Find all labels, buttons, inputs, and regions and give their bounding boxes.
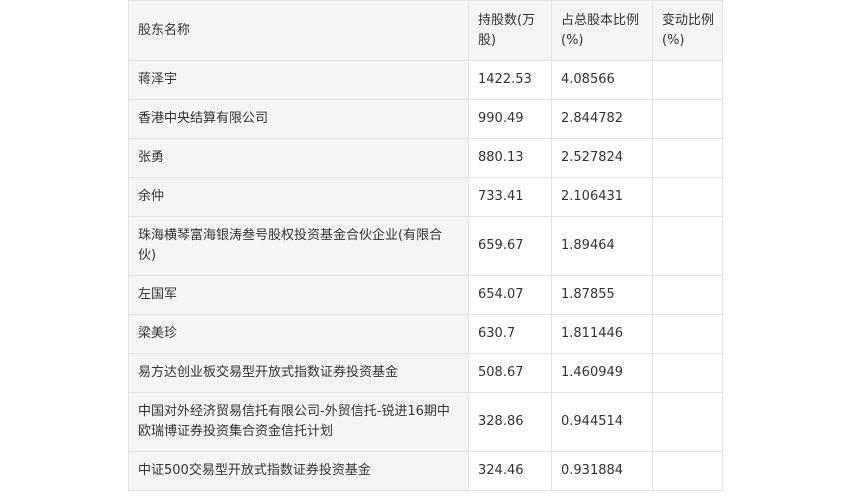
table-row: 易方达创业板交易型开放式指数证券投资基金 508.67 1.460949	[128, 353, 723, 393]
change-cell	[652, 60, 723, 100]
table-row: 蒋泽宇 1422.53 4.08566	[128, 60, 723, 100]
shares-cell: 630.7	[468, 314, 552, 354]
header-shareholder-name: 股东名称	[128, 0, 469, 61]
shares-cell: 328.86	[468, 392, 552, 452]
change-cell	[652, 138, 723, 178]
ratio-cell: 1.811446	[551, 314, 653, 354]
ratio-cell: 0.944514	[551, 392, 653, 452]
table-header-row: 股东名称 持股数(万股) 占总股本比例(%) 变动比例(%)	[128, 0, 723, 61]
shares-cell: 659.67	[468, 216, 552, 276]
shareholder-name-cell: 蒋泽宇	[128, 60, 469, 100]
shares-cell: 508.67	[468, 353, 552, 393]
ratio-cell: 1.460949	[551, 353, 653, 393]
shares-cell: 880.13	[468, 138, 552, 178]
shareholder-name-cell: 香港中央结算有限公司	[128, 99, 469, 139]
shareholder-table-container: 股东名称 持股数(万股) 占总股本比例(%) 变动比例(%) 蒋泽宇 1422.…	[128, 0, 723, 491]
ratio-cell: 1.89464	[551, 216, 653, 276]
shareholder-name-cell: 梁美珍	[128, 314, 469, 354]
ratio-cell: 4.08566	[551, 60, 653, 100]
change-cell	[652, 216, 723, 276]
shares-cell: 990.49	[468, 99, 552, 139]
ratio-cell: 1.87855	[551, 275, 653, 315]
table-row: 左国军 654.07 1.87855	[128, 275, 723, 315]
ratio-cell: 2.106431	[551, 177, 653, 217]
header-ratio: 占总股本比例(%)	[551, 0, 653, 61]
change-cell	[652, 177, 723, 217]
ratio-cell: 2.844782	[551, 99, 653, 139]
table-row: 中国对外经济贸易信托有限公司-外贸信托-锐进16期中欧瑞博证券投资集合资金信托计…	[128, 392, 723, 452]
shareholder-name-cell: 张勇	[128, 138, 469, 178]
header-shares: 持股数(万股)	[468, 0, 552, 61]
table-row: 香港中央结算有限公司 990.49 2.844782	[128, 99, 723, 139]
shares-cell: 324.46	[468, 451, 552, 491]
shareholder-name-cell: 余仲	[128, 177, 469, 217]
table-row: 珠海横琴富海银涛叁号股权投资基金合伙企业(有限合伙) 659.67 1.8946…	[128, 216, 723, 276]
shareholder-table: 股东名称 持股数(万股) 占总股本比例(%) 变动比例(%) 蒋泽宇 1422.…	[128, 0, 723, 491]
header-change: 变动比例(%)	[652, 0, 723, 61]
change-cell	[652, 99, 723, 139]
shareholder-name-cell: 易方达创业板交易型开放式指数证券投资基金	[128, 353, 469, 393]
table-row: 余仲 733.41 2.106431	[128, 177, 723, 217]
change-cell	[652, 392, 723, 452]
shares-cell: 654.07	[468, 275, 552, 315]
shareholder-name-cell: 珠海横琴富海银涛叁号股权投资基金合伙企业(有限合伙)	[128, 216, 469, 276]
shareholder-name-cell: 左国军	[128, 275, 469, 315]
shareholder-name-cell: 中证500交易型开放式指数证券投资基金	[128, 451, 469, 491]
shares-cell: 733.41	[468, 177, 552, 217]
table-row: 中证500交易型开放式指数证券投资基金 324.46 0.931884	[128, 451, 723, 491]
shareholder-name-cell: 中国对外经济贸易信托有限公司-外贸信托-锐进16期中欧瑞博证券投资集合资金信托计…	[128, 392, 469, 452]
change-cell	[652, 275, 723, 315]
change-cell	[652, 314, 723, 354]
table-row: 梁美珍 630.7 1.811446	[128, 314, 723, 354]
ratio-cell: 2.527824	[551, 138, 653, 178]
change-cell	[652, 353, 723, 393]
shares-cell: 1422.53	[468, 60, 552, 100]
ratio-cell: 0.931884	[551, 451, 653, 491]
table-row: 张勇 880.13 2.527824	[128, 138, 723, 178]
change-cell	[652, 451, 723, 491]
